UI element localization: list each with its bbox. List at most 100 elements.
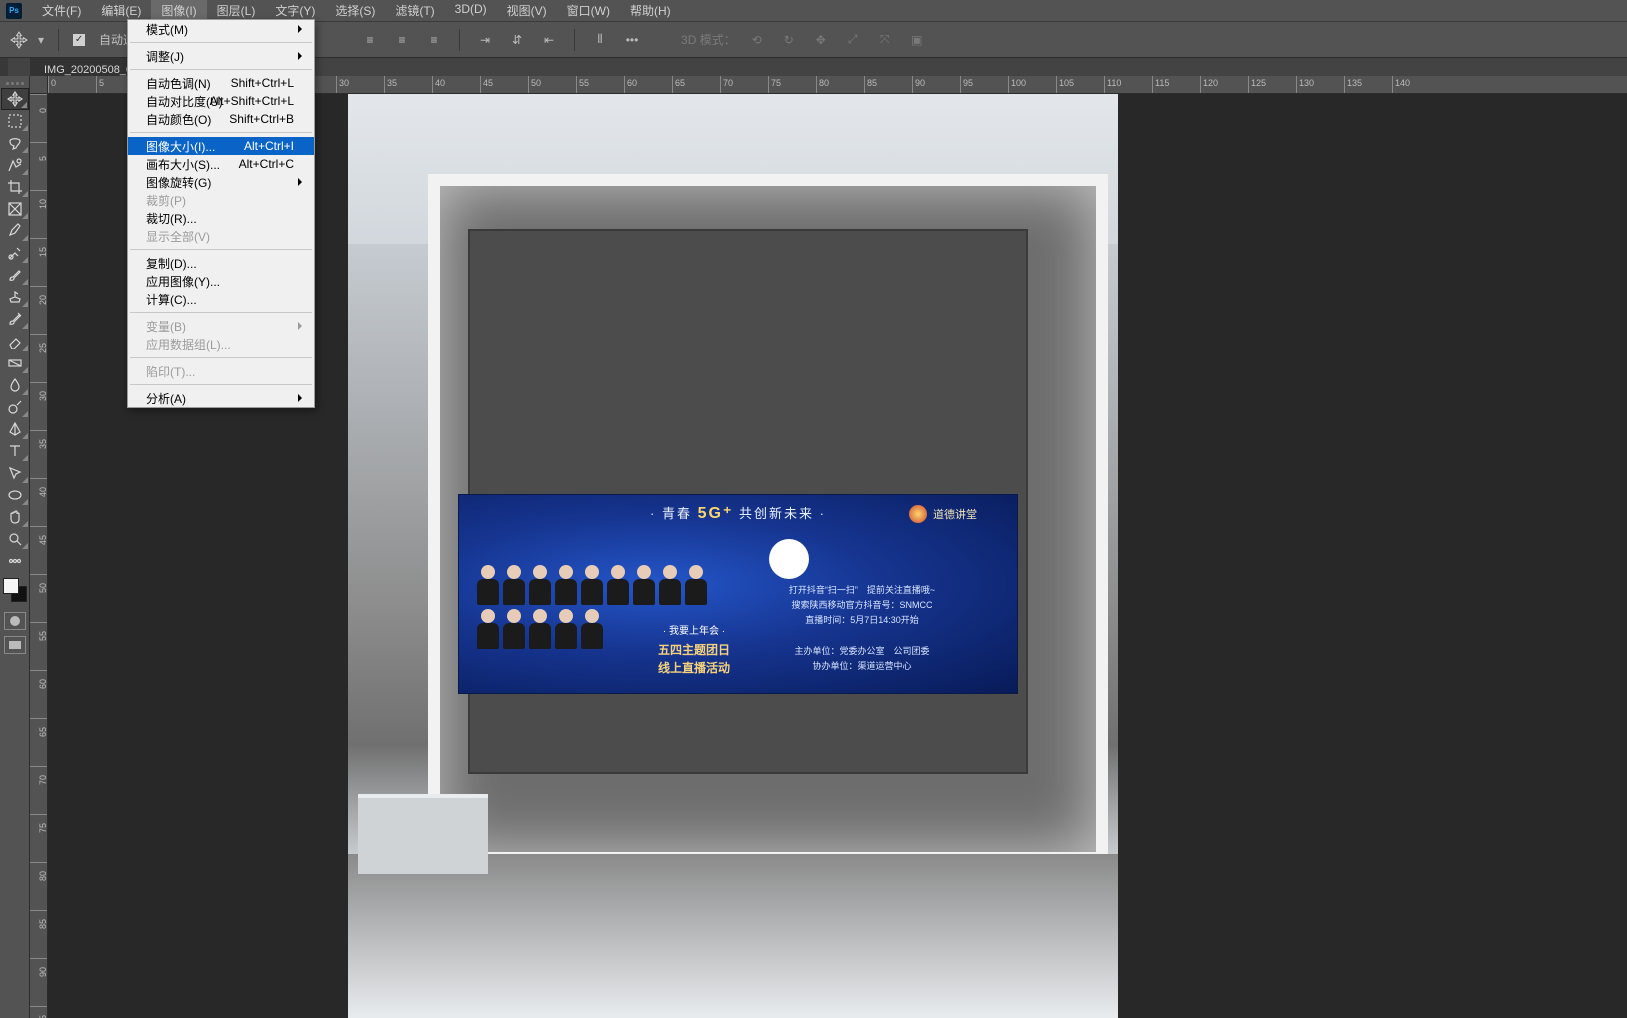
zoom-tool[interactable] bbox=[1, 528, 29, 550]
menu-item-计算[interactable]: 计算(C)... bbox=[128, 290, 314, 308]
move-tool[interactable] bbox=[1, 88, 29, 110]
menu-item-裁切[interactable]: 裁切(R)... bbox=[128, 209, 314, 227]
hruler-tick: 70 bbox=[720, 76, 721, 94]
align-left-icon[interactable]: ≡ bbox=[359, 29, 381, 51]
menu-item-label: 变量(B) bbox=[146, 318, 186, 335]
3d-slide-icon[interactable]: ⤢ bbox=[842, 29, 864, 51]
align-right-icon[interactable]: ≡ bbox=[423, 29, 445, 51]
3d-roll-icon[interactable]: ↻ bbox=[778, 29, 800, 51]
menu-item-label: 图像旋转(G) bbox=[146, 174, 211, 191]
auto-select-checkbox[interactable]: ✓ bbox=[73, 34, 85, 46]
menu-item-label: 图像大小(I)... bbox=[146, 138, 215, 155]
menu-帮助[interactable]: 帮助(H) bbox=[620, 0, 681, 22]
distribute-h-icon[interactable]: ⇥ bbox=[474, 29, 496, 51]
menu-item-模式[interactable]: 模式(M) bbox=[128, 20, 314, 38]
image-menu-dropdown: 模式(M) 调整(J) 自动色调(N)Shift+Ctrl+L自动对比度(U)Alt… bbox=[127, 19, 315, 408]
color-swatches[interactable] bbox=[3, 578, 27, 602]
hruler-tick: 100 bbox=[1008, 76, 1009, 94]
crop-tool[interactable] bbox=[1, 176, 29, 198]
vruler-tick: 75 bbox=[30, 814, 48, 815]
3d-zoom-icon[interactable]: ⤧ bbox=[874, 29, 896, 51]
3d-orbit-icon[interactable]: ⟲ bbox=[746, 29, 768, 51]
submenu-arrow-icon bbox=[298, 322, 306, 330]
hruler-tick: 135 bbox=[1344, 76, 1345, 94]
type-tool[interactable] bbox=[1, 440, 29, 462]
menu-item-陷印: 陷印(T)... bbox=[128, 362, 314, 380]
rect-marquee-tool[interactable] bbox=[1, 110, 29, 132]
vruler-tick: 15 bbox=[30, 238, 48, 239]
menu-item-应用图像[interactable]: 应用图像(Y)... bbox=[128, 272, 314, 290]
hruler-tick: 140 bbox=[1392, 76, 1393, 94]
menu-视图[interactable]: 视图(V) bbox=[497, 0, 557, 22]
menu-文件[interactable]: 文件(F) bbox=[32, 0, 91, 22]
hruler-tick: 80 bbox=[816, 76, 817, 94]
frame-tool[interactable] bbox=[1, 198, 29, 220]
menu-item-label: 自动色调(N) bbox=[146, 75, 211, 92]
align-center-icon[interactable]: ≡ bbox=[391, 29, 413, 51]
toolbox-grip-icon[interactable] bbox=[0, 78, 29, 88]
hruler-tick: 65 bbox=[672, 76, 673, 94]
hruler-tick: 30 bbox=[336, 76, 337, 94]
menu-item-调整[interactable]: 调整(J) bbox=[128, 47, 314, 65]
ellipse-tool[interactable] bbox=[1, 484, 29, 506]
menu-item-图像旋转[interactable]: 图像旋转(G) bbox=[128, 173, 314, 191]
foreground-color-swatch[interactable] bbox=[3, 578, 19, 594]
menu-item-label: 复制(D)... bbox=[146, 255, 197, 272]
pen-tool[interactable] bbox=[1, 418, 29, 440]
3d-pan-icon[interactable]: ✥ bbox=[810, 29, 832, 51]
distribute-v-icon[interactable]: ⇤ bbox=[538, 29, 560, 51]
menu-item-label: 自动颜色(O) bbox=[146, 111, 211, 128]
menu-滤镜[interactable]: 滤镜(T) bbox=[385, 0, 444, 22]
3d-camera-icon[interactable]: ▣ bbox=[906, 29, 928, 51]
hruler-tick: 115 bbox=[1152, 76, 1153, 94]
eraser-tool[interactable] bbox=[1, 330, 29, 352]
menu-item-自动对比度[interactable]: 自动对比度(U)Alt+Shift+Ctrl+L bbox=[128, 92, 314, 110]
dodge-tool[interactable] bbox=[1, 396, 29, 418]
menu-item-裁剪: 裁剪(P) bbox=[128, 191, 314, 209]
distribute-center-icon[interactable]: ⇵ bbox=[506, 29, 528, 51]
eyedropper-tool[interactable] bbox=[1, 220, 29, 242]
brush-tool[interactable] bbox=[1, 264, 29, 286]
distribute-spacing-icon[interactable]: ⫴ bbox=[589, 29, 611, 51]
history-brush-tool[interactable] bbox=[1, 308, 29, 330]
screen-mode-icon[interactable] bbox=[4, 636, 26, 654]
spot-heal-tool[interactable] bbox=[1, 242, 29, 264]
gradient-tool[interactable] bbox=[1, 352, 29, 374]
menu-3d[interactable]: 3D(D) bbox=[445, 0, 497, 22]
menu-item-复制[interactable]: 复制(D)... bbox=[128, 254, 314, 272]
quick-mask-icon[interactable] bbox=[4, 612, 26, 630]
menu-窗口[interactable]: 窗口(W) bbox=[557, 0, 620, 22]
screen-title-5g: 5G⁺ bbox=[698, 505, 734, 522]
document-image[interactable]: · 青春 5G⁺ 共创新未来 · 道德讲堂 · 我要上年会 · 五四主题团日 bbox=[348, 94, 1118, 1018]
edit-toolbar[interactable] bbox=[1, 550, 29, 572]
menu-item-自动色调[interactable]: 自动色调(N)Shift+Ctrl+L bbox=[128, 74, 314, 92]
menu-选择[interactable]: 选择(S) bbox=[325, 0, 385, 22]
lasso-tool[interactable] bbox=[1, 132, 29, 154]
hand-tool[interactable] bbox=[1, 506, 29, 528]
menu-item-自动颜色[interactable]: 自动颜色(O) Shift+Ctrl+B bbox=[128, 110, 314, 128]
separator bbox=[574, 29, 575, 51]
menu-separator bbox=[130, 42, 312, 43]
quick-select-tool[interactable] bbox=[1, 154, 29, 176]
hruler-tick: 5 bbox=[96, 76, 97, 94]
vertical-ruler[interactable]: 0510152025303540455055606570758085909510… bbox=[30, 94, 48, 1018]
more-options-icon[interactable]: ••• bbox=[621, 29, 643, 51]
menu-item-分析[interactable]: 分析(A) bbox=[128, 389, 314, 407]
hruler-tick: 125 bbox=[1248, 76, 1249, 94]
menu-item-显示全部: 显示全部(V) bbox=[128, 227, 314, 245]
hruler-tick: 60 bbox=[624, 76, 625, 94]
path-select-tool[interactable] bbox=[1, 462, 29, 484]
menu-item-shortcut: Alt+Ctrl+C bbox=[239, 157, 294, 171]
hruler-tick: 85 bbox=[864, 76, 865, 94]
toolbox bbox=[0, 76, 30, 1018]
menu-item-shortcut: Shift+Ctrl+B bbox=[229, 112, 294, 126]
ruler-origin[interactable] bbox=[30, 76, 48, 94]
menu-item-图像大小[interactable]: 图像大小(I)...Alt+Ctrl+I bbox=[128, 137, 314, 155]
hruler-tick: 95 bbox=[960, 76, 961, 94]
vruler-tick: 70 bbox=[30, 766, 48, 767]
blur-tool[interactable] bbox=[1, 374, 29, 396]
menu-item-画布大小[interactable]: 画布大小(S)...Alt+Ctrl+C bbox=[128, 155, 314, 173]
menu-item-label: 调整(J) bbox=[146, 48, 184, 65]
vruler-tick: 80 bbox=[30, 862, 48, 863]
clone-stamp-tool[interactable] bbox=[1, 286, 29, 308]
